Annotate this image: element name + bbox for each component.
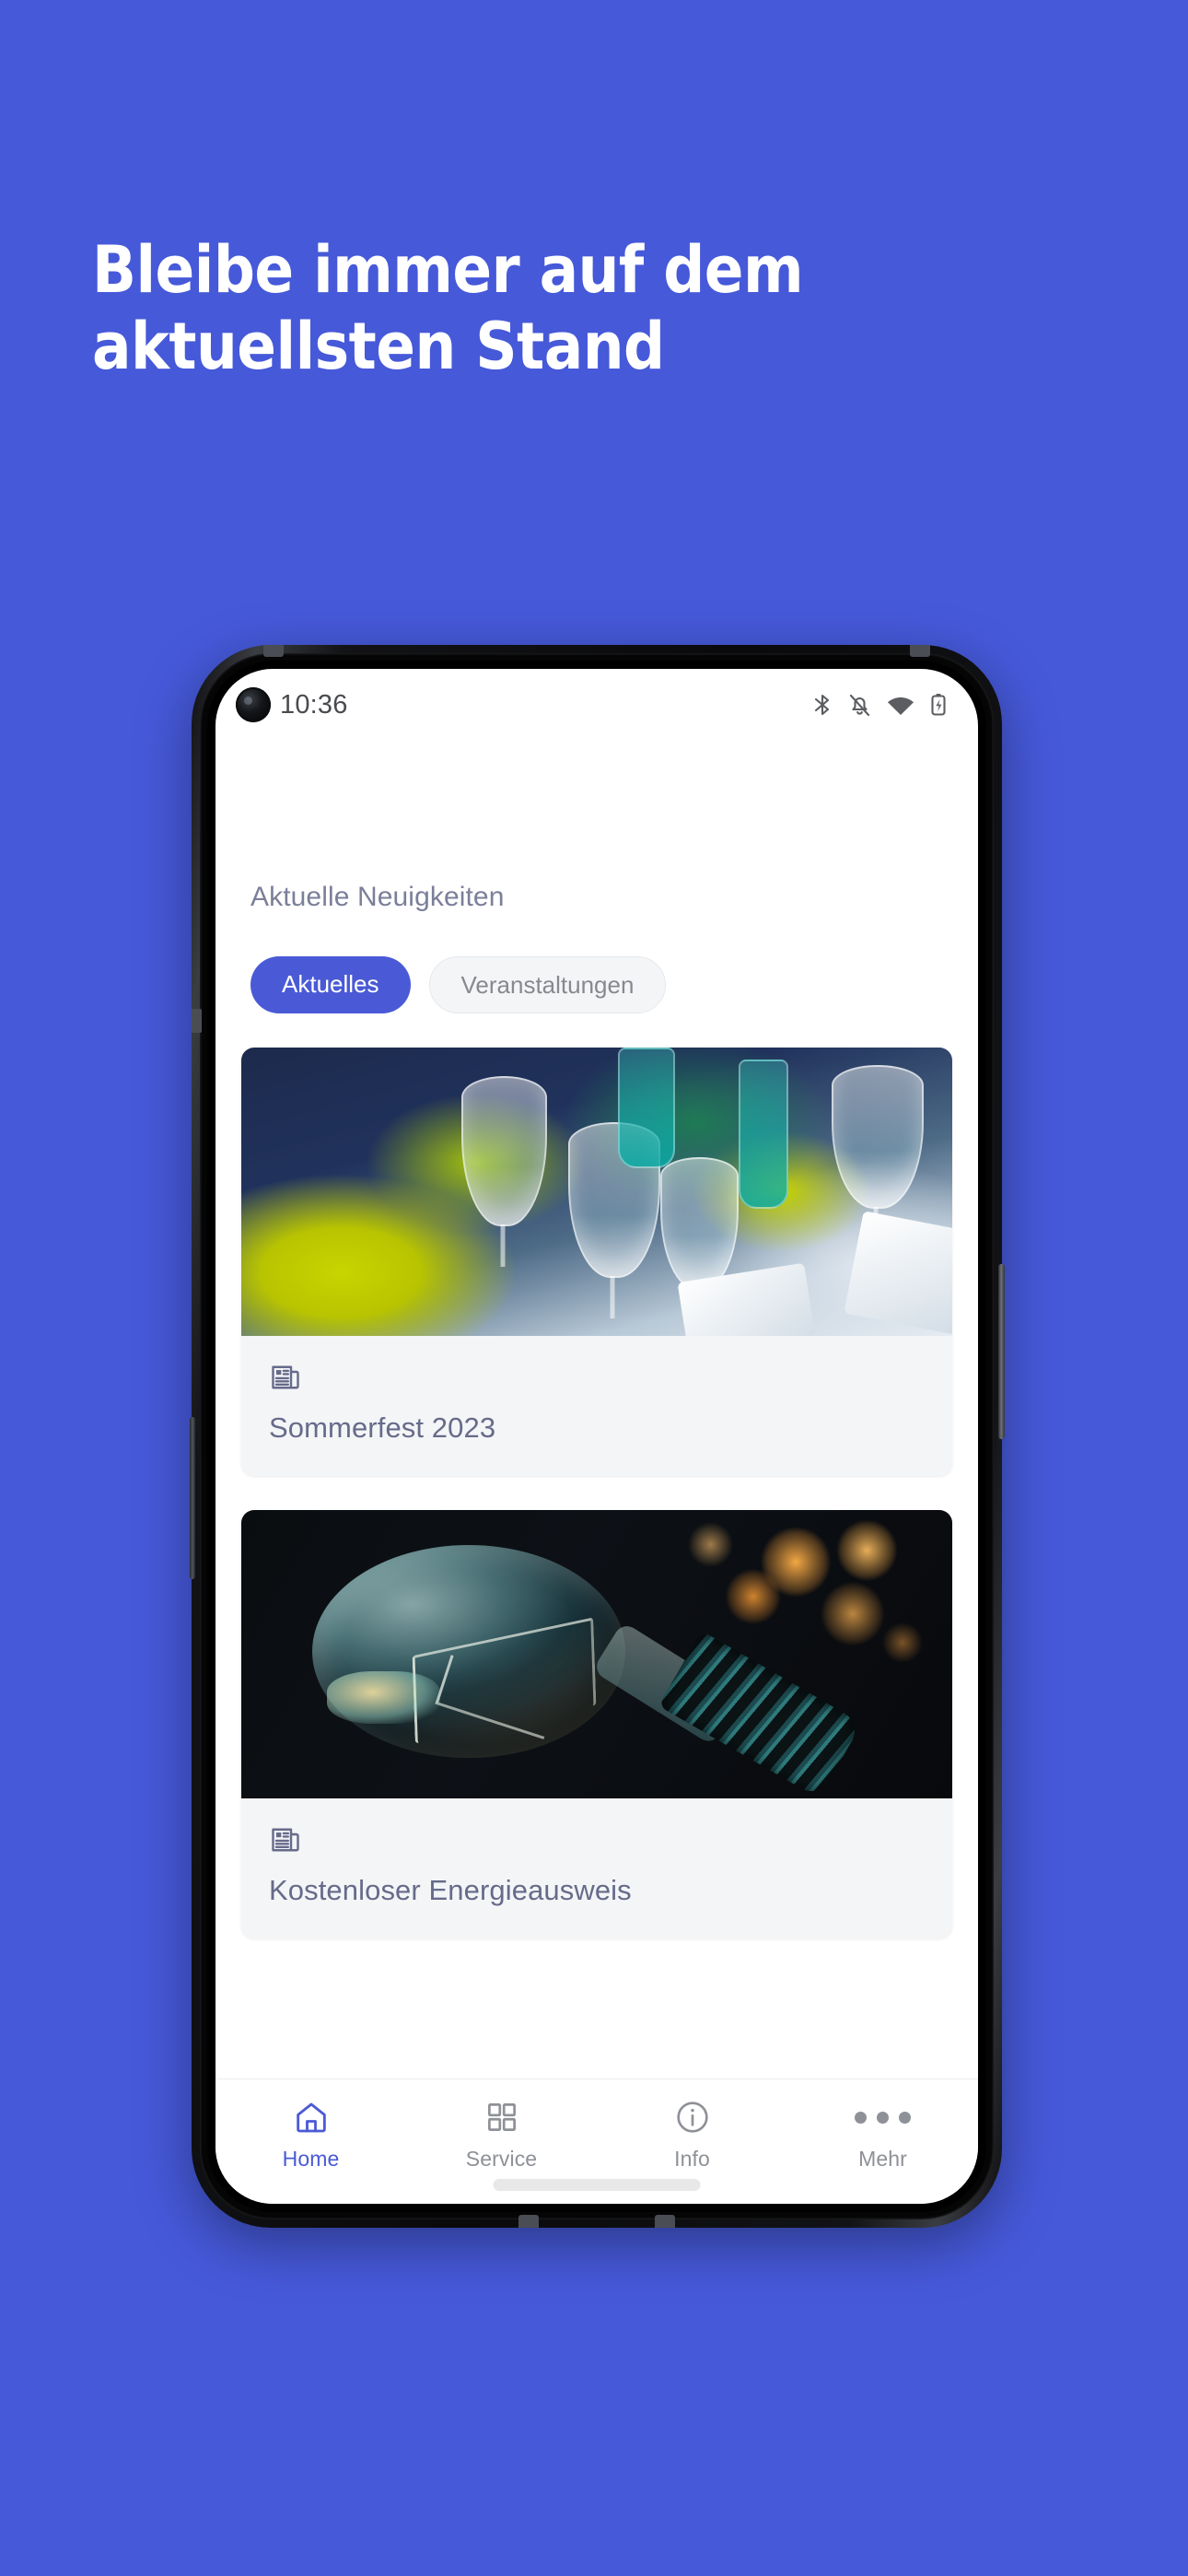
news-card-image-sommerfest — [241, 1048, 952, 1336]
antenna-band-top-left — [263, 645, 284, 657]
page-headline: Bleibe immer auf dem aktuellsten Stand — [92, 232, 804, 384]
nav-label-mehr: Mehr — [858, 2147, 907, 2171]
volume-button[interactable] — [190, 1417, 195, 1579]
nav-item-info[interactable]: Info — [597, 2098, 787, 2172]
screen-content: Aktuelle Neuigkeiten Aktuelles Veranstal… — [215, 741, 978, 2078]
status-bar-right — [812, 692, 947, 718]
section-title: Aktuelle Neuigkeiten — [250, 882, 505, 912]
light-bulb-illustration — [241, 1510, 952, 1798]
notifications-off-icon — [848, 692, 871, 718]
phone-screen: 10:36 Aktuelle Neuigkeiten Aktuelles Ver… — [215, 669, 978, 2204]
phone-mockup: 10:36 Aktuelle Neuigkeiten Aktuelles Ver… — [190, 645, 1005, 2228]
newspaper-icon — [269, 1823, 925, 1861]
antenna-band-bottom-left — [518, 2215, 539, 2228]
news-card-title: Kostenloser Energieausweis — [269, 1874, 632, 1906]
antenna-band-top-right — [910, 645, 930, 657]
news-card-body-sommerfest: Sommerfest 2023 — [241, 1336, 952, 1476]
status-bar: 10:36 — [215, 669, 978, 741]
bluetooth-icon — [812, 692, 833, 718]
nav-item-service[interactable]: Service — [406, 2098, 597, 2172]
filter-tabs: Aktuelles Veranstaltungen — [241, 956, 952, 1013]
nav-item-home[interactable]: Home — [215, 2098, 406, 2172]
news-card-body-energieausweis: Kostenloser Energieausweis — [241, 1798, 952, 1938]
info-icon — [674, 2098, 711, 2137]
home-icon — [293, 2098, 330, 2137]
power-button[interactable] — [998, 1264, 1005, 1439]
gesture-handle[interactable] — [493, 2179, 701, 2191]
table-setting-illustration — [241, 1048, 952, 1336]
news-card-sommerfest[interactable]: Sommerfest 2023 — [241, 1048, 952, 1476]
antenna-band-bottom-right — [655, 2215, 675, 2228]
wifi-icon — [887, 692, 914, 718]
battery-charging-icon — [930, 692, 947, 718]
antenna-band-left — [192, 1009, 202, 1033]
front-camera-punch-hole — [236, 687, 271, 722]
tab-veranstaltungen[interactable]: Veranstaltungen — [428, 956, 667, 1013]
status-bar-left: 10:36 — [236, 687, 348, 722]
tab-aktuelles[interactable]: Aktuelles — [250, 956, 411, 1013]
nav-label-info: Info — [674, 2147, 710, 2171]
ellipsis-icon — [855, 2098, 911, 2137]
news-card-image-energieausweis — [241, 1510, 952, 1798]
newspaper-icon — [269, 1361, 925, 1399]
nav-label-home: Home — [282, 2147, 340, 2171]
grid-icon — [484, 2098, 519, 2137]
nav-label-service: Service — [465, 2147, 538, 2171]
news-card-energieausweis[interactable]: Kostenloser Energieausweis — [241, 1510, 952, 1938]
status-bar-clock: 10:36 — [280, 689, 348, 720]
nav-item-mehr[interactable]: Mehr — [787, 2098, 978, 2172]
news-card-title: Sommerfest 2023 — [269, 1411, 496, 1444]
